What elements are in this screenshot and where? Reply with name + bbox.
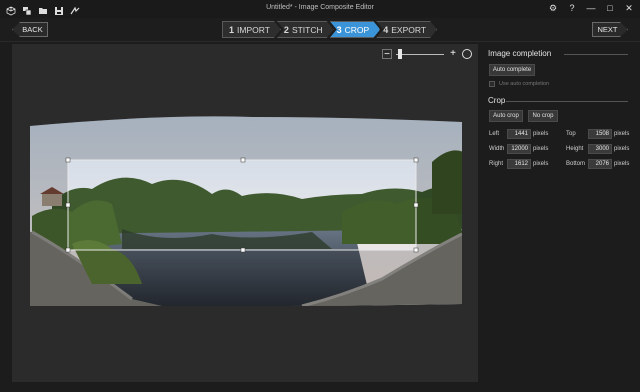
close-button[interactable]: ✕ <box>624 2 634 14</box>
left-label: Left <box>489 131 500 137</box>
step-number: 3 <box>336 24 342 35</box>
step-navigation: BACK 1 IMPORT 2 STITCH 3 CROP 4 EXPORT NEXT <box>0 18 640 42</box>
minimize-button[interactable]: — <box>586 2 596 14</box>
properties-panel: Image completion Auto complete Use auto … <box>484 44 640 392</box>
zoom-out-button[interactable]: − <box>382 49 392 60</box>
width-input[interactable]: 12000 <box>507 144 531 154</box>
window-controls: ⚙ ? — □ ✕ <box>548 2 634 14</box>
help-icon[interactable]: ? <box>567 2 577 14</box>
step-number: 2 <box>283 24 289 35</box>
step-number: 4 <box>383 24 389 35</box>
divider <box>564 54 628 55</box>
top-unit: pixels <box>614 131 630 137</box>
auto-complete-button[interactable]: Auto complete <box>489 64 535 76</box>
step-number: 1 <box>229 24 235 35</box>
divider <box>506 101 628 102</box>
top-label: Top <box>566 131 576 137</box>
auto-crop-button[interactable]: Auto crop <box>489 110 523 122</box>
right-label: Right <box>489 161 504 167</box>
use-auto-completion-row[interactable]: Use auto completion <box>489 81 549 87</box>
status-bar <box>0 382 640 392</box>
bottom-label: Bottom <box>566 161 586 167</box>
next-button[interactable]: NEXT <box>592 22 628 37</box>
width-label: Width <box>489 146 505 152</box>
height-input[interactable]: 3000 <box>588 144 612 154</box>
zoom-in-button[interactable]: + <box>448 49 458 59</box>
right-input[interactable]: 1612 <box>507 159 531 169</box>
window-title: Untitled* - Image Composite Editor <box>266 4 374 11</box>
zoom-control: − + <box>382 48 478 62</box>
zoom-slider-thumb[interactable] <box>398 49 403 59</box>
settings-icon[interactable]: ⚙ <box>548 2 558 14</box>
step-label: IMPORT <box>237 24 270 35</box>
width-unit: pixels <box>533 146 549 152</box>
right-unit: pixels <box>533 161 549 167</box>
bottom-input[interactable]: 2076 <box>588 159 612 169</box>
step-label: STITCH <box>291 24 323 35</box>
top-input[interactable]: 1508 <box>588 129 612 139</box>
preview-canvas[interactable]: − + <box>12 44 478 382</box>
height-label: Height <box>566 146 584 152</box>
no-crop-button[interactable]: No crop <box>528 110 558 122</box>
step-stitch[interactable]: 2 STITCH <box>277 21 334 38</box>
panorama-preview[interactable] <box>12 44 478 382</box>
step-crop[interactable]: 3 CROP <box>330 21 381 38</box>
zoom-slider[interactable] <box>396 54 444 55</box>
back-button[interactable]: BACK <box>12 22 48 37</box>
left-unit: pixels <box>533 131 549 137</box>
workflow-steps: 1 IMPORT 2 STITCH 3 CROP 4 EXPORT <box>222 21 433 38</box>
use-auto-completion-checkbox[interactable] <box>489 81 495 87</box>
maximize-button[interactable]: □ <box>605 2 615 14</box>
step-export[interactable]: 4 EXPORT <box>376 21 437 38</box>
bottom-unit: pixels <box>614 161 630 167</box>
title-bar: Untitled* - Image Composite Editor ⚙ ? —… <box>0 0 640 18</box>
step-label: CROP <box>344 24 370 35</box>
use-auto-completion-label: Use auto completion <box>499 81 550 87</box>
zoom-to-fit-icon[interactable] <box>462 49 472 59</box>
height-unit: pixels <box>614 146 630 152</box>
step-label: EXPORT <box>391 24 427 35</box>
step-import[interactable]: 1 IMPORT <box>222 21 281 38</box>
image-completion-heading: Image completion <box>488 49 552 58</box>
crop-heading: Crop <box>488 96 506 105</box>
left-input[interactable]: 1441 <box>507 129 531 139</box>
